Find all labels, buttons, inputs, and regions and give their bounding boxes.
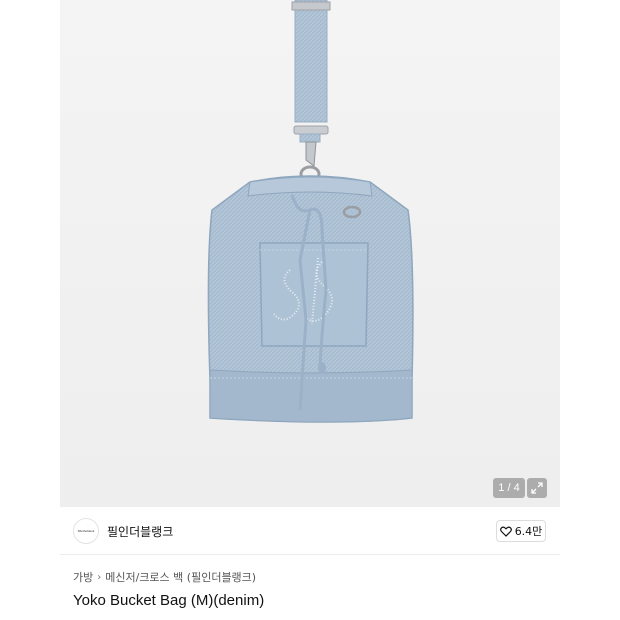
like-button[interactable]: 6.4만 [496, 520, 546, 542]
brand-name[interactable]: 필인더블랭크 [107, 523, 173, 540]
breadcrumb-item-category[interactable]: 가방 [73, 569, 93, 585]
brand-row: fillintheblank 필인더블랭크 6.4만 [60, 507, 560, 555]
product-image-gallery[interactable]: 1 / 4 [60, 0, 560, 507]
product-title: Yoko Bucket Bag (M)(denim) [73, 592, 265, 609]
product-page: 1 / 4 fillintheblank 필인더블랭크 6.4만 가방 › 메신… [60, 0, 560, 620]
like-count: 6.4만 [514, 525, 543, 538]
chevron-right-icon: › [97, 571, 102, 583]
product-image [207, 0, 414, 423]
breadcrumb-item-subcategory[interactable]: 메신저/크로스 백 (필인더블랭크) [105, 569, 256, 585]
brand-logo[interactable]: fillintheblank [73, 518, 99, 544]
breadcrumb: 가방 › 메신저/크로스 백 (필인더블랭크) [73, 569, 256, 585]
brand-logo-text: fillintheblank [77, 529, 95, 533]
heart-icon [499, 526, 512, 537]
image-counter: 1 / 4 [493, 478, 525, 498]
expand-button[interactable] [527, 478, 547, 498]
expand-icon [531, 482, 543, 494]
